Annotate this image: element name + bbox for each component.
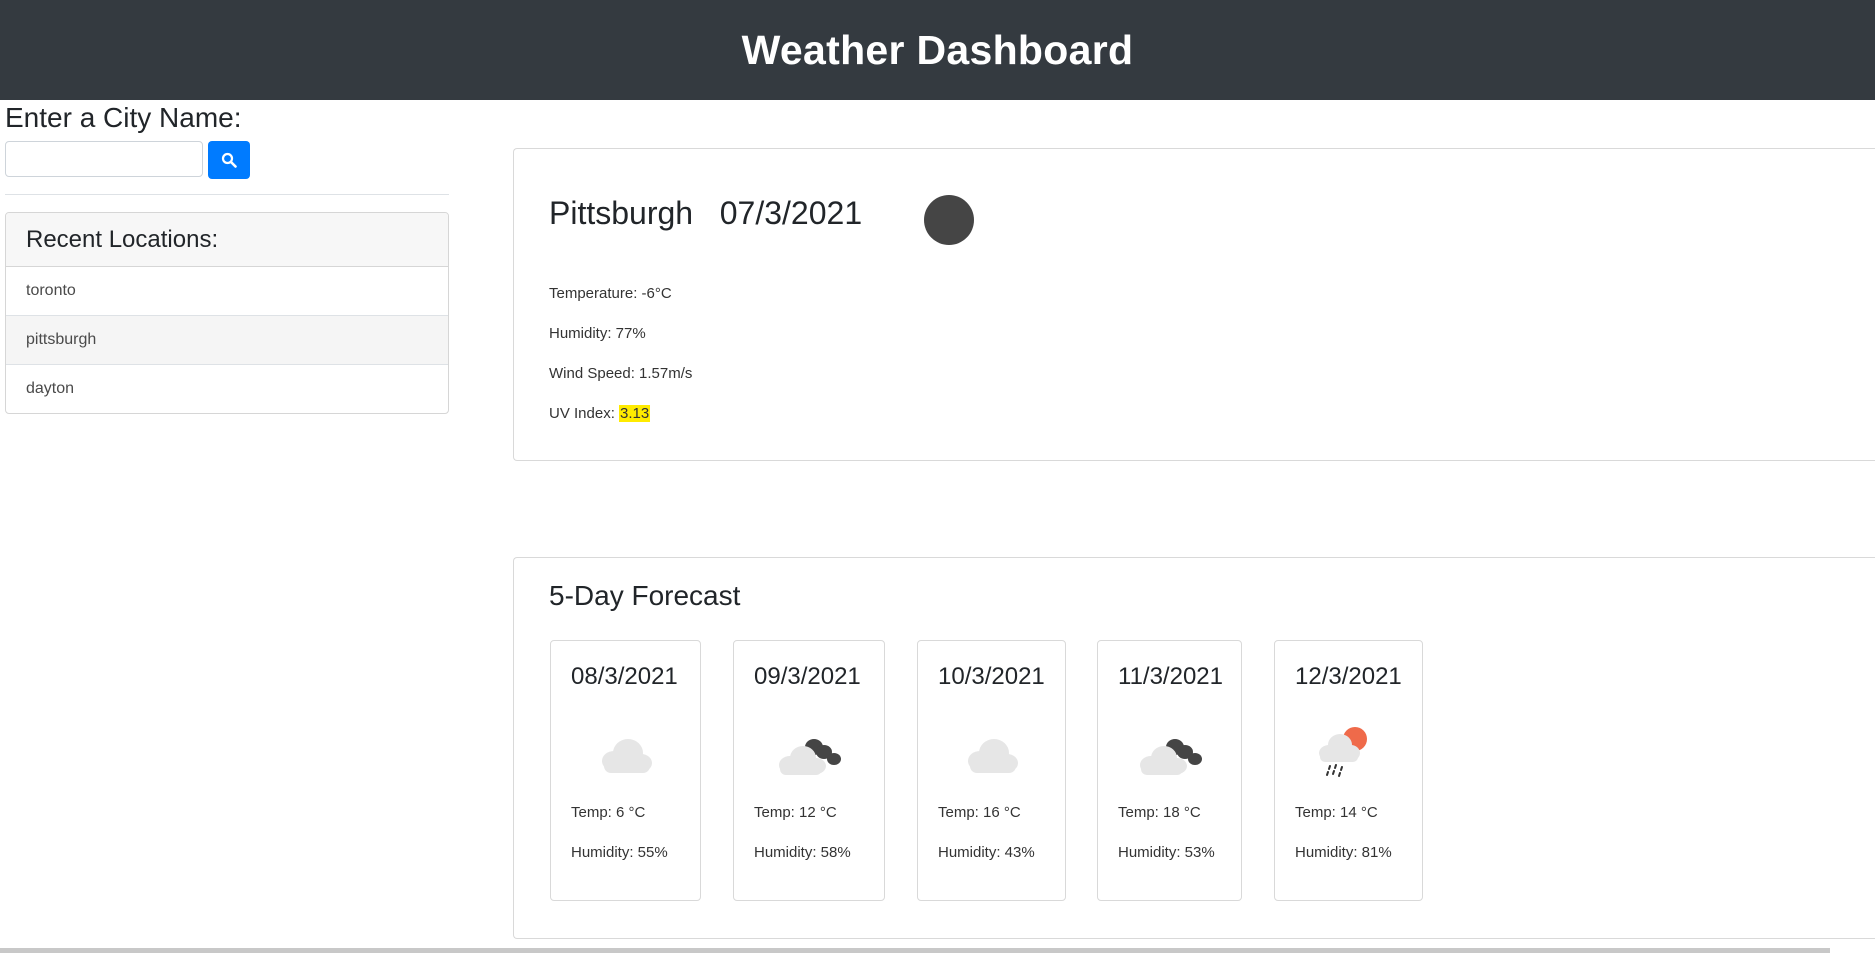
forecast-card: 5-Day Forecast 08/3/2021 Temp: 6 °C Humi… [513,557,1875,939]
cloud-icon [602,739,652,773]
recent-locations-title: Recent Locations: [6,213,448,267]
forecast-day-card: 09/3/2021 Temp: 12 °C Humidity: 58% [733,640,885,901]
forecast-temp: Temp: 12 °C [754,804,837,821]
recent-location-item[interactable]: toronto [6,267,448,316]
uv-index-value: 3.13 [619,405,651,422]
broken-clouds-icon [779,739,841,775]
forecast-day-card: 12/3/2021 Temp: 14 °C Humidity: 81% [1274,640,1423,901]
forecast-day-card: 11/3/2021 Temp: 18 °C Humidity: 53% [1097,640,1242,901]
current-date: 07/3/2021 [719,195,863,231]
search-button[interactable] [208,141,250,179]
uv-index-label: UV Index: [549,405,620,422]
forecast-temp: Temp: 16 °C [938,804,1021,821]
current-temperature: Temperature: -6°C [549,285,672,302]
sidebar-divider [5,194,449,195]
current-city: Pittsburgh [549,195,694,231]
forecast-humidity: Humidity: 58% [754,844,851,861]
page-title: Weather Dashboard [741,26,1134,73]
header-bar: Weather Dashboard [0,0,1875,100]
weather-icon [924,195,974,245]
current-humidity: Humidity: 77% [549,325,646,342]
forecast-day-card: 08/3/2021 Temp: 6 °C Humidity: 55% [550,640,701,901]
forecast-temp: Temp: 14 °C [1295,804,1378,821]
forecast-day-card: 10/3/2021 Temp: 16 °C Humidity: 43% [917,640,1066,901]
forecast-title: 5-Day Forecast [549,580,741,611]
forecast-humidity: Humidity: 43% [938,844,1035,861]
forecast-date: 08/3/2021 [571,663,678,690]
current-uv-index: UV Index: 3.13 [549,405,651,422]
forecast-humidity: Humidity: 81% [1295,844,1392,861]
city-search-input[interactable] [5,141,203,177]
forecast-date: 09/3/2021 [754,663,861,690]
search-icon [221,152,237,168]
current-weather-title: Pittsburgh 07/3/2021 [549,195,862,232]
current-weather-card: Pittsburgh 07/3/2021 Temperature: -6°C H… [513,148,1875,461]
forecast-temp: Temp: 18 °C [1118,804,1201,821]
forecast-date: 11/3/2021 [1118,663,1223,690]
forecast-humidity: Humidity: 55% [571,844,668,861]
forecast-temp: Temp: 6 °C [571,804,646,821]
recent-locations-panel: Recent Locations: toronto pittsburgh day… [5,212,449,414]
forecast-date: 10/3/2021 [938,663,1045,690]
horizontal-scrollbar[interactable] [0,948,1830,953]
cloud-icon [968,739,1018,773]
broken-clouds-icon [1140,739,1202,775]
recent-location-item[interactable]: pittsburgh [6,316,448,365]
city-input-label: Enter a City Name: [5,102,242,133]
forecast-date: 12/3/2021 [1295,663,1402,690]
current-wind-speed: Wind Speed: 1.57m/s [549,365,693,382]
forecast-humidity: Humidity: 53% [1118,844,1215,861]
rain-sun-icon [1319,727,1367,777]
recent-location-item[interactable]: dayton [6,365,448,413]
